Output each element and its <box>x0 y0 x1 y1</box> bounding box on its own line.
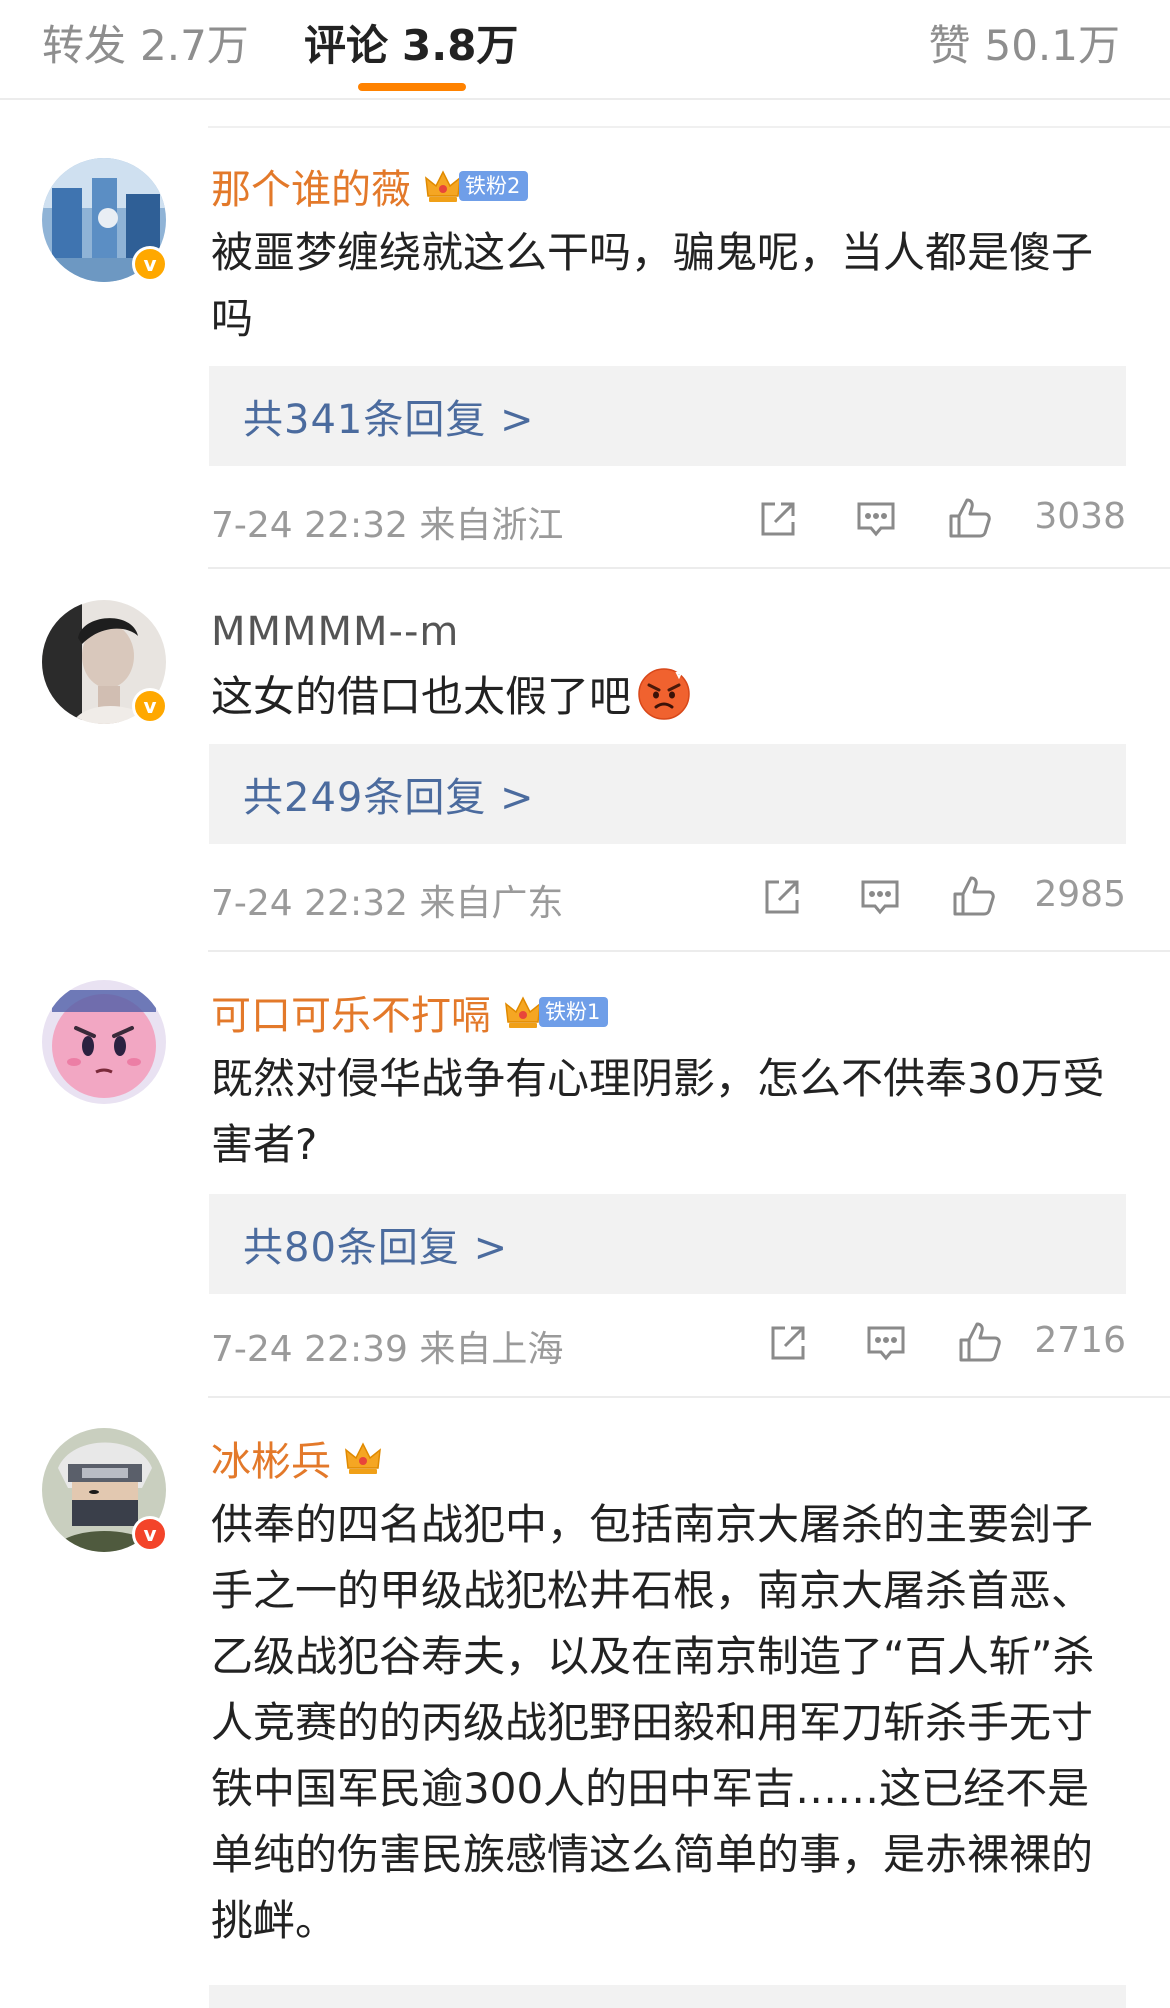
comment-text: 这女的借口也太假了吧 <box>211 664 1131 730</box>
crown-icon <box>423 166 463 206</box>
like-count: 2985 <box>1034 874 1126 915</box>
share-icon[interactable] <box>755 496 801 542</box>
replies-link[interactable]: 共341条回复 > <box>209 366 1126 466</box>
comment-meta: 7-24 22:32 来自广东 2985 <box>211 868 1126 928</box>
username[interactable]: 冰彬兵 <box>211 1429 331 1487</box>
comment-meta: 7-24 22:32 来自浙江 3038 <box>211 490 1126 550</box>
like-icon[interactable] <box>947 496 993 542</box>
fan-level-badge: 铁粉1 <box>539 997 609 1027</box>
divider <box>208 567 1170 569</box>
comment-text: 既然对侵华战争有心理阴影，怎么不供奉30万受害者? <box>211 1054 1105 1169</box>
comment-icon[interactable] <box>853 496 899 542</box>
replies-link[interactable]: 共249条回复 > <box>209 744 1126 844</box>
divider <box>208 950 1170 952</box>
tab-repost[interactable]: 转发 2.7万 <box>42 12 249 73</box>
timestamp: 7-24 22:32 来自浙江 <box>211 505 564 546</box>
comment-header: 可口可乐不打嗝 铁粉1 <box>211 983 609 1041</box>
avatar[interactable]: v <box>42 158 168 282</box>
tab-comments[interactable]: 评论 3.8万 <box>304 12 518 73</box>
tab-comments-count: 3.8万 <box>402 21 519 70</box>
avatar-image <box>42 980 166 1104</box>
username[interactable]: 那个谁的薇 <box>211 157 411 215</box>
tab-likes-count: 50.1万 <box>984 21 1120 70</box>
replies-label: 共80条回复 > <box>243 1225 509 1271</box>
share-icon[interactable] <box>765 1320 811 1366</box>
divider <box>208 1396 1170 1398</box>
tab-likes-label: 赞 <box>928 21 971 70</box>
divider <box>208 126 1170 128</box>
like-icon[interactable] <box>957 1320 1003 1366</box>
verified-badge: v <box>132 1516 168 1552</box>
angry-face-icon <box>637 667 691 721</box>
comment-text: 被噩梦缠绕就这么干吗，骗鬼呢，当人都是傻子吗 <box>211 228 1094 343</box>
tab-repost-label: 转发 <box>42 21 127 70</box>
avatar[interactable]: v <box>42 1428 168 1552</box>
tab-bar: 转发 2.7万 评论 3.8万 赞 50.1万 <box>0 0 1170 100</box>
crown-icon <box>503 992 543 1032</box>
replies-label: 共249条回复 > <box>243 775 535 821</box>
comment-icon[interactable] <box>863 1320 909 1366</box>
avatar[interactable] <box>42 980 166 1104</box>
verified-badge: v <box>132 688 168 724</box>
comment-text: 供奉的四名战犯中，包括南京大屠杀的主要刽子手之一的甲级战犯松井石根，南京大屠杀首… <box>211 1500 1095 1945</box>
username[interactable]: 可口可乐不打嗝 <box>211 983 491 1041</box>
crown-icon <box>343 1438 383 1478</box>
verified-badge: v <box>132 246 168 282</box>
share-icon[interactable] <box>759 874 805 920</box>
tab-comments-label: 评论 <box>304 21 389 70</box>
comment-header: MMMMM--m <box>211 604 459 660</box>
comment-meta: 7-24 22:39 来自上海 2716 <box>211 1314 1126 1374</box>
timestamp: 7-24 22:39 来自上海 <box>211 1329 564 1370</box>
replies-link[interactable] <box>209 1985 1126 2008</box>
comment-text-content: 这女的借口也太假了吧 <box>211 672 632 721</box>
like-count: 3038 <box>1034 496 1126 537</box>
avatar[interactable]: v <box>42 600 168 724</box>
timestamp: 7-24 22:32 来自广东 <box>211 883 564 924</box>
fan-level-badge: 铁粉2 <box>459 171 529 201</box>
replies-link[interactable]: 共80条回复 > <box>209 1194 1126 1294</box>
comment-header: 那个谁的薇 铁粉2 <box>211 157 529 215</box>
username[interactable]: MMMMM--m <box>211 609 459 655</box>
like-count: 2716 <box>1034 1320 1126 1361</box>
replies-label: 共341条回复 > <box>243 397 535 443</box>
comment-icon[interactable] <box>857 874 903 920</box>
active-tab-indicator <box>358 83 466 91</box>
like-icon[interactable] <box>951 874 997 920</box>
tab-repost-count: 2.7万 <box>140 21 249 70</box>
comment-header: 冰彬兵 <box>211 1430 383 1486</box>
tab-likes[interactable]: 赞 50.1万 <box>928 12 1120 73</box>
